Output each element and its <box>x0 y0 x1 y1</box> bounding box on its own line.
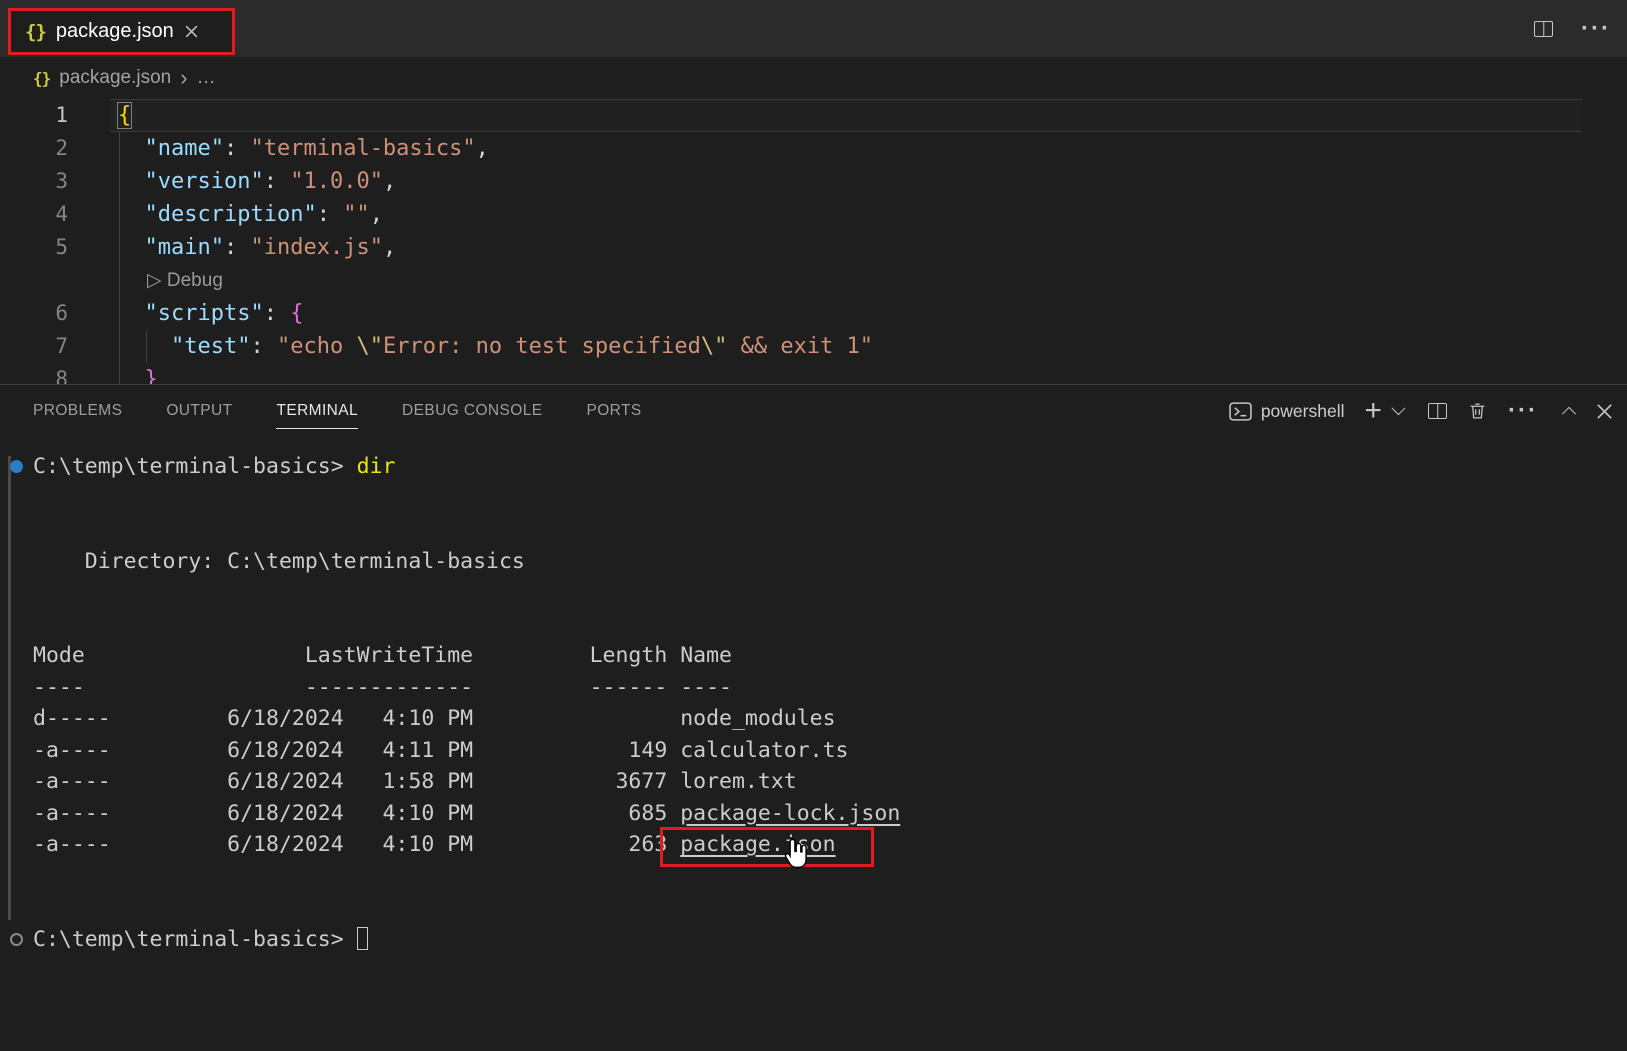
code-text: { <box>118 99 131 132</box>
editor-actions: ··· <box>1534 0 1611 57</box>
tab-output[interactable]: OUTPUT <box>166 394 232 429</box>
code-line: 5 "main": "index.js", <box>0 231 1627 264</box>
terminal-line: ---- ------------- ------ ---- <box>33 672 1627 704</box>
panel-tabs: PROBLEMS OUTPUT TERMINAL DEBUG CONSOLE P… <box>0 394 642 429</box>
line-number: 5 <box>0 231 68 264</box>
breadcrumb: {} package.json › … <box>0 57 1627 99</box>
code-text: } <box>118 363 158 384</box>
line-number: 3 <box>0 165 68 198</box>
terminal-line: Directory: C:\temp\terminal-basics <box>33 546 1627 578</box>
breadcrumb-file[interactable]: package.json <box>59 67 171 89</box>
current-line-highlight <box>110 99 1582 132</box>
terminal-cursor <box>357 927 368 950</box>
code-line: 4 "description": "", <box>0 198 1627 231</box>
indent-guide <box>119 132 120 384</box>
terminal-line <box>33 483 1627 515</box>
terminal-icon <box>1229 402 1252 421</box>
split-editor-icon[interactable] <box>1534 21 1553 37</box>
codelens-debug-link[interactable]: ▷ Debug <box>147 264 223 297</box>
chevron-right-icon: › <box>180 73 187 83</box>
terminal-line: d----- 6/18/2024 4:10 PM node_modules <box>33 703 1627 735</box>
tab-problems[interactable]: PROBLEMS <box>33 394 122 429</box>
line-number: 6 <box>0 297 68 330</box>
json-file-icon: {} <box>25 21 46 43</box>
terminal-line: -a---- 6/18/2024 1:58 PM 3677 lorem.txt <box>33 766 1627 798</box>
breadcrumb-more[interactable]: … <box>197 67 216 89</box>
code-editor[interactable]: 1{2 "name": "terminal-basics",3 "version… <box>0 99 1627 384</box>
code-line: 3 "version": "1.0.0", <box>0 165 1627 198</box>
terminal-line <box>33 861 1627 893</box>
json-file-icon: {} <box>33 69 50 88</box>
line-number: 1 <box>0 99 68 132</box>
prompt-decoration-icon[interactable] <box>10 933 23 946</box>
code-line: 7 "test": "echo \"Error: no test specifi… <box>0 330 1627 363</box>
terminal-lines: C:\temp\terminal-basics> dir Directory: … <box>33 451 1627 955</box>
tab-ports[interactable]: PORTS <box>586 394 641 429</box>
new-terminal-icon[interactable]: + <box>1364 401 1382 421</box>
terminal-line: -a---- 6/18/2024 4:10 PM 263 package.jso… <box>33 829 1627 861</box>
tab-terminal[interactable]: TERMINAL <box>276 394 358 429</box>
kill-terminal-icon[interactable] <box>1469 402 1486 420</box>
maximize-panel-icon[interactable] <box>1564 406 1574 416</box>
terminal-line: Mode LastWriteTime Length Name <box>33 640 1627 672</box>
line-number: 8 <box>0 363 68 384</box>
line-number: 4 <box>0 198 68 231</box>
bottom-panel: PROBLEMS OUTPUT TERMINAL DEBUG CONSOLE P… <box>0 384 1627 1051</box>
more-actions-icon[interactable]: ··· <box>1581 24 1611 34</box>
line-number: 7 <box>0 330 68 363</box>
terminal-toolbar: powershell + ··· <box>1229 401 1627 422</box>
code-text: "version": "1.0.0", <box>118 165 396 198</box>
terminal-line: -a---- 6/18/2024 4:10 PM 685 package-loc… <box>33 798 1627 830</box>
more-actions-icon[interactable]: ··· <box>1508 406 1538 416</box>
terminal-line <box>33 609 1627 641</box>
command-decoration-icon[interactable] <box>10 460 23 473</box>
line-number: 2 <box>0 132 68 165</box>
vscode-window: {} package.json ··· {} package.json › … … <box>0 0 1627 1051</box>
split-terminal-icon[interactable] <box>1428 403 1447 419</box>
close-tab-icon[interactable] <box>184 24 199 39</box>
code-line: 2 "name": "terminal-basics", <box>0 132 1627 165</box>
shell-label: powershell <box>1261 401 1345 422</box>
panel-header: PROBLEMS OUTPUT TERMINAL DEBUG CONSOLE P… <box>0 385 1627 437</box>
indent-guide <box>146 330 147 363</box>
terminal-file-link[interactable]: package-lock.json <box>680 801 900 826</box>
terminal-line: C:\temp\terminal-basics> <box>33 924 1627 956</box>
code-text: "name": "terminal-basics", <box>118 132 489 165</box>
code-line: 6 "scripts": { <box>0 297 1627 330</box>
codelens-row: ▷ Debug <box>0 264 1627 297</box>
tab-title: package.json <box>56 20 174 43</box>
code-text: "test": "echo \"Error: no test specified… <box>118 330 873 363</box>
code-text: "scripts": { <box>118 297 303 330</box>
command-block-guide <box>8 456 11 920</box>
terminal-line: -a---- 6/18/2024 4:11 PM 149 calculator.… <box>33 735 1627 767</box>
terminal-viewport[interactable]: C:\temp\terminal-basics> dir Directory: … <box>0 449 1627 1051</box>
tab-debug-console[interactable]: DEBUG CONSOLE <box>402 394 542 429</box>
code-text: "main": "index.js", <box>118 231 396 264</box>
close-panel-icon[interactable] <box>1596 403 1613 420</box>
terminal-line: C:\temp\terminal-basics> dir <box>33 451 1627 483</box>
code-line: 8 } <box>0 363 1627 384</box>
launch-profile-chevron-icon[interactable] <box>1392 406 1402 416</box>
code-text: "description": "", <box>118 198 383 231</box>
terminal-line <box>33 577 1627 609</box>
code-line: 1{ <box>0 99 1627 132</box>
tab-package-json[interactable]: {} package.json <box>11 9 232 54</box>
shell-selector[interactable]: powershell <box>1229 401 1345 422</box>
terminal-line <box>33 892 1627 924</box>
terminal-file-link[interactable]: package.json <box>680 832 835 857</box>
terminal-line <box>33 514 1627 546</box>
editor-tab-bar: {} package.json ··· <box>0 0 1627 57</box>
